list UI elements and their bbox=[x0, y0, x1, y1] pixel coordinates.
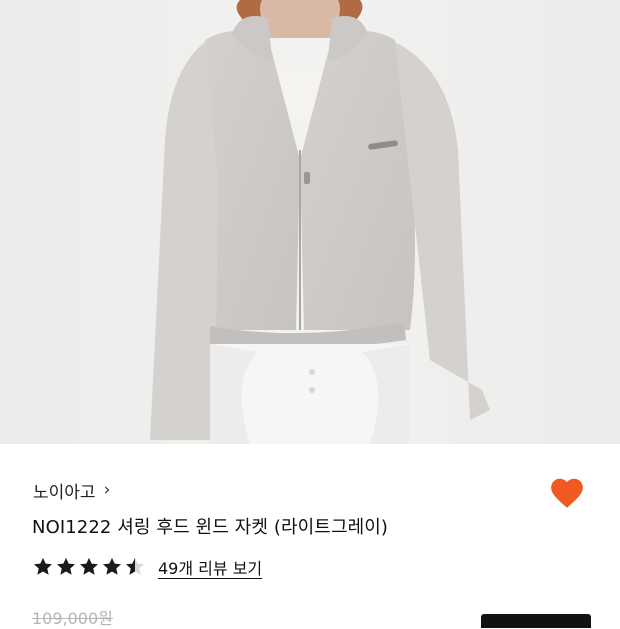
review-link[interactable]: 49개 리뷰 보기 bbox=[158, 555, 262, 579]
star-icon bbox=[80, 557, 98, 575]
product-image[interactable] bbox=[0, 0, 620, 444]
rating-stars bbox=[32, 556, 146, 578]
original-price: 109,000원 bbox=[32, 609, 113, 628]
brand-link[interactable]: 노이아고 › bbox=[33, 478, 111, 503]
brand-name: 노이아고 bbox=[33, 482, 96, 503]
star-icon bbox=[103, 557, 121, 575]
star-icon bbox=[34, 557, 52, 575]
heart-icon bbox=[551, 478, 583, 508]
buy-button[interactable] bbox=[481, 614, 591, 628]
star-icon bbox=[126, 557, 144, 575]
chevron-right-icon: › bbox=[103, 480, 111, 500]
wishlist-button[interactable] bbox=[548, 474, 586, 512]
product-photo-illustration bbox=[150, 0, 490, 444]
rating-row: 49개 리뷰 보기 bbox=[32, 555, 262, 579]
star-icon bbox=[57, 557, 75, 575]
product-title: NOI1222 셔링 후드 윈드 자켓 (라이트그레이) bbox=[32, 517, 389, 538]
